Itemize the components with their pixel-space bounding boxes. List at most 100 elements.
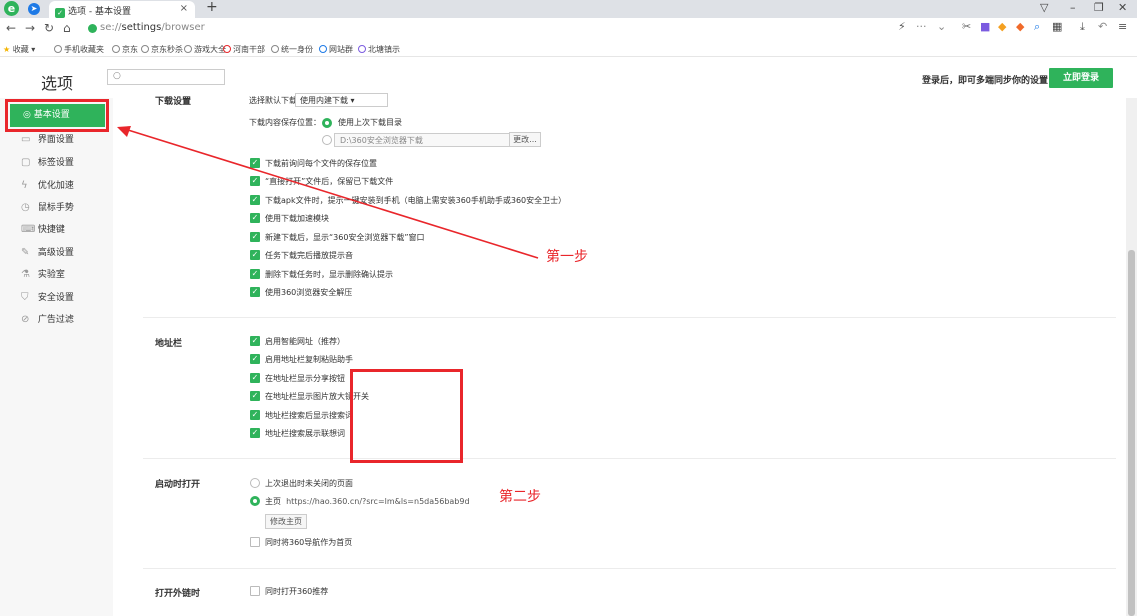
more-icon[interactable]: ··· bbox=[916, 20, 927, 33]
checkbox-addressbar[interactable]: ✓ bbox=[250, 428, 260, 438]
bookmark-item[interactable]: 河南干部 bbox=[223, 44, 265, 55]
sidebar-item-security[interactable]: ⛉ 安全设置 bbox=[21, 288, 111, 308]
checkbox-download[interactable]: ✓ bbox=[250, 269, 260, 279]
menu-icon[interactable]: ▽ bbox=[1040, 1, 1048, 14]
divider bbox=[143, 568, 1116, 569]
annotation-step2: 第二步 bbox=[499, 489, 541, 505]
checkbox-nav-homepage[interactable] bbox=[250, 537, 260, 547]
globe-icon bbox=[319, 45, 327, 53]
checkbox-download[interactable]: ✓ bbox=[250, 287, 260, 297]
lightning-icon: ϟ bbox=[21, 180, 28, 191]
sidebar-item-advanced[interactable]: ✎ 高级设置 bbox=[21, 243, 111, 263]
radio-restore-session[interactable] bbox=[250, 478, 260, 488]
checkbox-download[interactable]: ✓ bbox=[250, 213, 260, 223]
block-icon: ⊘ bbox=[21, 314, 30, 325]
address-bar[interactable]: se://settings/browser bbox=[100, 22, 205, 33]
bookmark-item[interactable]: 游戏大全 bbox=[184, 44, 226, 55]
title-bar: e ➤ ✓ 选项 - 基本设置 × + ▽ – ❐ ✕ bbox=[0, 0, 1137, 18]
game-ext-icon[interactable]: ◆ bbox=[1016, 20, 1024, 33]
close-window-icon[interactable]: ✕ bbox=[1118, 1, 1127, 14]
maximize-icon[interactable]: ❐ bbox=[1094, 1, 1104, 14]
back-icon[interactable]: ← bbox=[6, 21, 16, 35]
bookmark-favorites[interactable]: ★ 收藏 ▾ bbox=[3, 44, 35, 55]
scrollbar-thumb[interactable] bbox=[1128, 250, 1135, 616]
bookmark-item[interactable]: 京东 bbox=[112, 44, 138, 55]
bookmark-item[interactable]: 北塘镇示 bbox=[358, 44, 400, 55]
checkbox-addressbar[interactable]: ✓ bbox=[250, 373, 260, 383]
undo-icon[interactable]: ↶ bbox=[1098, 20, 1107, 33]
tab-settings[interactable]: ✓ 选项 - 基本设置 × bbox=[49, 1, 195, 18]
sidebar-item-lab[interactable]: ⚗ 实验室 bbox=[21, 265, 111, 285]
checkbox-download[interactable]: ✓ bbox=[250, 250, 260, 260]
checkbox-addressbar[interactable]: ✓ bbox=[250, 336, 260, 346]
radio-last-dir-label: 使用上次下载目录 bbox=[338, 118, 402, 127]
browser-logo-icon[interactable]: e bbox=[4, 1, 19, 16]
download-path-input[interactable]: D:\360安全浏览器下载 bbox=[334, 133, 518, 147]
radio-custom-dir[interactable] bbox=[322, 135, 332, 145]
checkbox-download[interactable]: ✓ bbox=[250, 232, 260, 242]
globe-icon bbox=[271, 45, 279, 53]
globe-icon bbox=[141, 45, 149, 53]
checkbox-label: “直接打开”文件后，保留已下载文件 bbox=[265, 177, 394, 186]
apps-icon[interactable]: ▦ bbox=[1052, 20, 1062, 33]
secure-icon bbox=[88, 24, 97, 33]
section-title-external: 打开外链时 bbox=[155, 589, 201, 599]
sidebar-item-tabs[interactable]: ▢ 标签设置 bbox=[21, 153, 111, 173]
checkbox-download[interactable]: ✓ bbox=[250, 176, 260, 186]
globe-icon bbox=[112, 45, 120, 53]
bookmark-item[interactable]: 网站群 bbox=[319, 44, 353, 55]
extension-icon[interactable]: ■ bbox=[980, 20, 990, 33]
globe-icon bbox=[184, 45, 192, 53]
reload-icon[interactable]: ↻ bbox=[44, 21, 54, 35]
folder-icon bbox=[54, 45, 62, 53]
lightning-icon[interactable]: ⚡ bbox=[898, 20, 906, 33]
sidebar-item-shortcuts[interactable]: ⌨ 快捷键 bbox=[21, 220, 111, 240]
bookmarks-bar: ★ 收藏 ▾ 手机收藏夹 京东 京东秒杀 游戏大全 河南干部 统一身份 网站群 … bbox=[0, 40, 1137, 57]
checkbox-label: 下载apk文件时，提示一键安装到手机（电脑上需安装360手机助手或360安全卫士… bbox=[265, 196, 567, 205]
modify-homepage-button[interactable]: 修改主页 bbox=[265, 514, 307, 529]
bookmark-item[interactable]: 统一身份 bbox=[271, 44, 313, 55]
checkbox-download[interactable]: ✓ bbox=[250, 158, 260, 168]
change-path-button[interactable]: 更改... bbox=[509, 132, 541, 147]
checkbox-label: 使用下载加速模块 bbox=[265, 214, 329, 223]
page-title: 选项 bbox=[41, 74, 74, 93]
forward-icon[interactable]: → bbox=[25, 21, 35, 35]
checkbox-addressbar[interactable]: ✓ bbox=[250, 354, 260, 364]
new-tab-button[interactable]: + bbox=[206, 0, 218, 15]
radio-homepage[interactable] bbox=[250, 496, 260, 506]
pinned-tab-icon[interactable]: ➤ bbox=[28, 3, 40, 15]
checkbox-download[interactable]: ✓ bbox=[250, 195, 260, 205]
sidebar-item-adblock[interactable]: ⊘ 广告过滤 bbox=[21, 310, 111, 330]
sidebar-item-gestures[interactable]: ◷ 鼠标手势 bbox=[21, 198, 111, 218]
bookmark-item[interactable]: 手机收藏夹 bbox=[54, 44, 104, 55]
checkbox-label: 在地址栏显示分享按钮 bbox=[265, 374, 345, 383]
settings-content: 下载设置 选择默认下载工具： 使用内建下载 ▾ 下载内容保存位置： 使用上次下载… bbox=[113, 93, 1137, 616]
download-tool-select[interactable]: 使用内建下载 ▾ bbox=[295, 93, 388, 107]
checkbox-addressbar[interactable]: ✓ bbox=[250, 410, 260, 420]
menu-lines-icon[interactable]: ≡ bbox=[1118, 20, 1127, 33]
home-icon[interactable]: ⌂ bbox=[63, 21, 71, 35]
sidebar-item-interface[interactable]: ▭ 界面设置 bbox=[21, 130, 111, 150]
download-location-label: 下载内容保存位置： bbox=[249, 118, 321, 127]
flask-icon: ⚗ bbox=[21, 269, 30, 280]
download-icon[interactable]: ⤓ bbox=[1080, 20, 1085, 34]
sidebar-item-optimize[interactable]: ϟ 优化加速 bbox=[21, 176, 111, 196]
login-button[interactable]: 立即登录 bbox=[1049, 68, 1113, 88]
tab-icon: ▢ bbox=[21, 157, 31, 168]
cut-icon[interactable]: ✂ bbox=[962, 20, 971, 33]
dropdown-icon[interactable]: ⌄ bbox=[937, 20, 946, 33]
tab-close-icon[interactable]: × bbox=[180, 3, 188, 14]
checkbox-label: 同时将360导航作为首页 bbox=[265, 538, 353, 547]
section-title-download: 下载设置 bbox=[155, 97, 192, 107]
search-ext-icon[interactable]: ⌕ bbox=[1034, 20, 1040, 34]
checkbox-addressbar[interactable]: ✓ bbox=[250, 391, 260, 401]
section-title-addressbar: 地址栏 bbox=[155, 339, 183, 349]
radio-last-dir[interactable] bbox=[322, 118, 332, 128]
bookmark-item[interactable]: 京东秒杀 bbox=[141, 44, 183, 55]
shield-ext-icon[interactable]: ◆ bbox=[998, 20, 1006, 33]
checkbox-label: 任务下载完后播放提示音 bbox=[265, 251, 353, 260]
annotation-box-step2 bbox=[350, 369, 463, 463]
checkbox-open-recommend[interactable] bbox=[250, 586, 260, 596]
settings-search-input[interactable]: ○ bbox=[107, 69, 225, 85]
minimize-icon[interactable]: – bbox=[1070, 1, 1076, 14]
